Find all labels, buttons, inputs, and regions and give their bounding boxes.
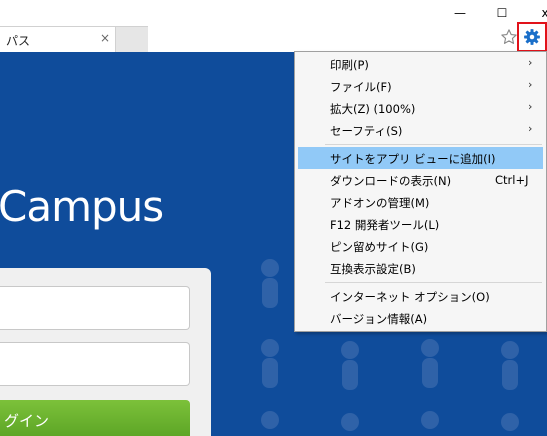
tools-dropdown-menu: 印刷(P) › ファイル(F) › 拡大(Z) (100%) › セーフティ(S… xyxy=(294,51,547,332)
menu-item-label: ダウンロードの表示(N) xyxy=(330,174,452,188)
menu-item-label: 印刷(P) xyxy=(330,58,369,72)
login-panel: グイン xyxy=(0,268,211,436)
menu-item-label: 拡大(Z) (100%) xyxy=(330,102,416,116)
menu-item-about[interactable]: バージョン情報(A) xyxy=(296,307,545,329)
menu-item-compatibility-view[interactable]: 互換表示設定(B) xyxy=(296,257,545,279)
gear-icon xyxy=(524,29,540,45)
menu-item-label: 互換表示設定(B) xyxy=(330,262,416,276)
browser-window: — ☐ x パス × Campus グイン 印刷(P) › ファイル(F) › … xyxy=(0,0,547,436)
menu-item-label: アドオンの管理(M) xyxy=(330,196,430,210)
username-input[interactable] xyxy=(0,286,190,330)
menu-item-internet-options[interactable]: インターネット オプション(O) xyxy=(296,285,545,307)
title-bar: — ☐ x パス × xyxy=(0,0,547,52)
menu-item-label: ファイル(F) xyxy=(330,80,392,94)
tab-title: パス xyxy=(6,34,31,48)
menu-item-shortcut: Ctrl+J xyxy=(495,173,529,187)
menu-item-developer-tools[interactable]: F12 開発者ツール(L) xyxy=(296,213,545,235)
close-window-button[interactable]: x xyxy=(533,2,547,24)
menu-item-print[interactable]: 印刷(P) › xyxy=(296,53,545,75)
menu-item-label: バージョン情報(A) xyxy=(330,312,428,326)
menu-item-safety[interactable]: セーフティ(S) › xyxy=(296,119,545,141)
tab-close-button[interactable]: × xyxy=(100,31,110,45)
page-heading: Campus xyxy=(0,182,164,231)
minimize-button[interactable]: — xyxy=(448,2,472,24)
menu-item-label: セーフティ(S) xyxy=(330,124,403,138)
menu-item-label: インターネット オプション(O) xyxy=(330,290,490,304)
star-icon[interactable] xyxy=(500,26,518,48)
submenu-arrow-icon: › xyxy=(528,56,533,69)
submenu-arrow-icon: › xyxy=(528,78,533,91)
maximize-button[interactable]: ☐ xyxy=(490,2,514,24)
menu-item-label: ピン留めサイト(G) xyxy=(330,240,429,254)
menu-item-file[interactable]: ファイル(F) › xyxy=(296,75,545,97)
browser-tab[interactable]: パス × xyxy=(0,26,116,52)
menu-item-label: サイトをアプリ ビューに追加(I) xyxy=(330,152,496,166)
menu-item-pinned-sites[interactable]: ピン留めサイト(G) xyxy=(296,235,545,257)
menu-item-manage-addons[interactable]: アドオンの管理(M) xyxy=(296,191,545,213)
menu-separator xyxy=(325,144,542,145)
new-tab-button[interactable] xyxy=(116,26,148,52)
password-input[interactable] xyxy=(0,342,190,386)
submenu-arrow-icon: › xyxy=(528,100,533,113)
submenu-arrow-icon: › xyxy=(528,122,533,135)
favorites-star-icon xyxy=(501,29,517,44)
menu-item-zoom[interactable]: 拡大(Z) (100%) › xyxy=(296,97,545,119)
menu-item-add-to-app-view[interactable]: サイトをアプリ ビューに追加(I) xyxy=(298,147,543,169)
menu-separator xyxy=(325,282,542,283)
menu-item-label: F12 開発者ツール(L) xyxy=(330,218,440,232)
login-button[interactable]: グイン xyxy=(0,400,190,436)
menu-item-view-downloads[interactable]: ダウンロードの表示(N) Ctrl+J xyxy=(296,169,545,191)
tools-gear-button[interactable] xyxy=(517,22,547,52)
